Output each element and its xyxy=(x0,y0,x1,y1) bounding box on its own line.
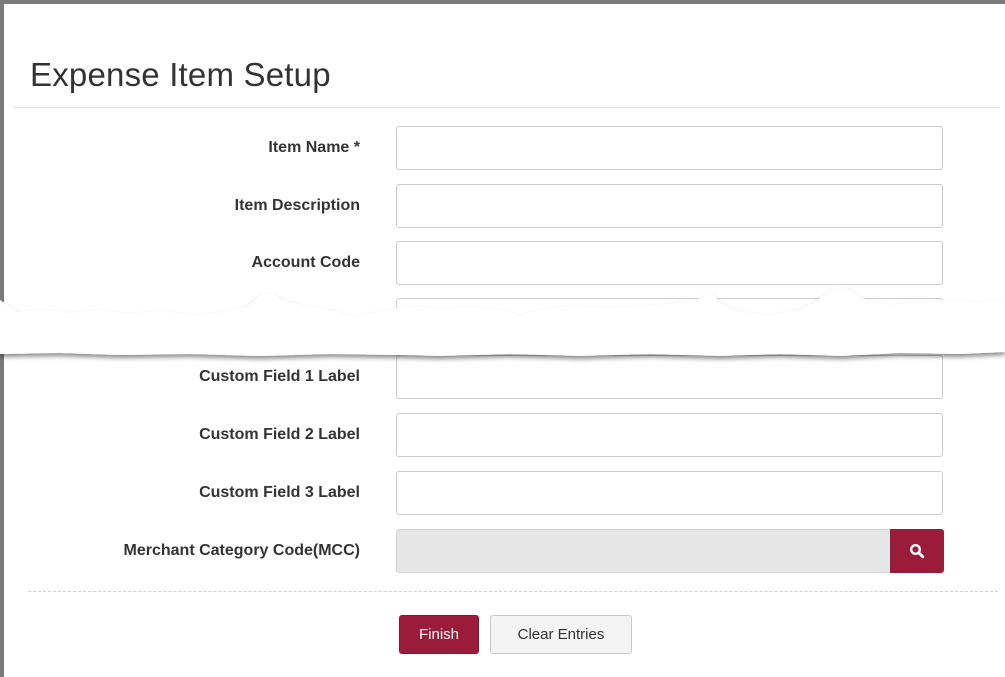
mcc-row: Merchant Category Code(MCC) xyxy=(0,529,1005,573)
custom-field-1-input[interactable] xyxy=(396,355,943,399)
custom-field-1-label: Custom Field 1 Label xyxy=(199,368,360,385)
form-actions-divider xyxy=(28,591,998,592)
search-icon xyxy=(909,543,925,559)
custom-field-3-label: Custom Field 3 Label xyxy=(199,484,360,501)
account-code-input[interactable] xyxy=(396,241,943,285)
custom-field-1-row: Custom Field 1 Label xyxy=(0,355,1005,399)
mcc-label: Merchant Category Code(MCC) xyxy=(123,542,360,559)
custom-field-2-row: Custom Field 2 Label xyxy=(0,413,1005,457)
item-description-label: Item Description xyxy=(234,197,360,214)
custom-field-3-row: Custom Field 3 Label xyxy=(0,471,1005,515)
mcc-input[interactable] xyxy=(396,529,891,573)
finish-button[interactable]: Finish xyxy=(399,615,479,654)
clear-entries-button[interactable]: Clear Entries xyxy=(490,615,632,654)
item-name-input[interactable] xyxy=(396,126,943,170)
item-description-row: Item Description xyxy=(0,184,1005,228)
account-code-row: Account Code xyxy=(0,241,1005,285)
page-title: Expense Item Setup xyxy=(30,56,331,93)
window-frame-top xyxy=(0,0,1005,4)
custom-field-2-label: Custom Field 2 Label xyxy=(199,426,360,443)
hidden-field-input[interactable] xyxy=(396,298,943,342)
hidden-field-row xyxy=(0,298,1005,342)
title-divider xyxy=(14,107,1000,108)
mcc-search-button[interactable] xyxy=(890,529,944,573)
custom-field-2-input[interactable] xyxy=(396,413,943,457)
item-description-input[interactable] xyxy=(396,184,943,228)
custom-field-3-input[interactable] xyxy=(396,471,943,515)
item-name-label: Item Name * xyxy=(268,139,360,156)
account-code-label: Account Code xyxy=(251,254,360,271)
item-name-row: Item Name * xyxy=(0,126,1005,170)
